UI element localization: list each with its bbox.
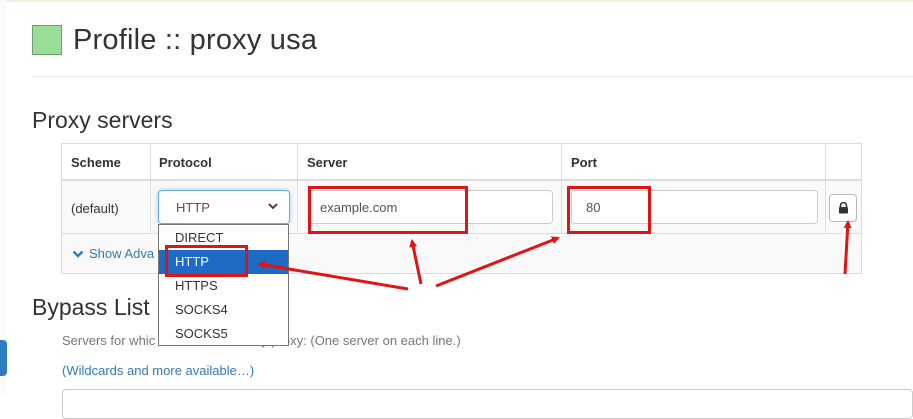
protocol-select-value: HTTP: [176, 200, 210, 215]
column-header-protocol: Protocol: [159, 155, 212, 170]
annotation-box-port: [567, 186, 651, 234]
chevron-down-icon: [268, 203, 278, 210]
annotation-box-server: [308, 186, 468, 234]
annotation-box-http: [165, 245, 248, 277]
top-border: [0, 0, 913, 2]
dropdown-option-socks5[interactable]: SOCKS5: [159, 322, 288, 346]
lock-icon: [839, 202, 848, 214]
protocol-select[interactable]: HTTP: [158, 190, 290, 224]
left-edge: [0, 0, 6, 395]
page-title: Profile :: proxy usa: [73, 23, 318, 56]
header-divider: [32, 76, 913, 77]
side-tab[interactable]: [0, 340, 7, 376]
dropdown-option-https[interactable]: HTTPS: [159, 274, 288, 298]
wildcards-link[interactable]: (Wildcards and more available…): [62, 363, 254, 378]
bypass-list-heading: Bypass List: [32, 294, 150, 320]
show-advanced-label: Show Adva: [89, 246, 155, 261]
bypass-description-left: Servers for whic: [62, 333, 156, 348]
column-divider: [561, 144, 562, 234]
profile-header: Profile :: proxy usa: [32, 22, 317, 58]
column-divider: [150, 144, 151, 234]
column-header-server: Server: [307, 155, 348, 170]
bypass-list-textarea[interactable]: [62, 389, 913, 419]
proxy-servers-heading: Proxy servers: [32, 107, 173, 133]
scheme-cell: (default): [71, 201, 119, 216]
column-divider: [825, 144, 826, 234]
column-divider: [297, 144, 298, 234]
profile-color-swatch: [32, 25, 62, 55]
column-header-port: Port: [571, 155, 597, 170]
dropdown-option-socks4[interactable]: SOCKS4: [159, 298, 288, 322]
column-header-scheme: Scheme: [71, 155, 121, 170]
protocol-dropdown-list: DIRECT HTTP HTTPS SOCKS4 SOCKS5: [158, 224, 289, 346]
show-advanced-link[interactable]: Show Adva: [72, 246, 154, 261]
chevron-down-icon: [72, 250, 84, 258]
lock-button[interactable]: [829, 194, 857, 222]
